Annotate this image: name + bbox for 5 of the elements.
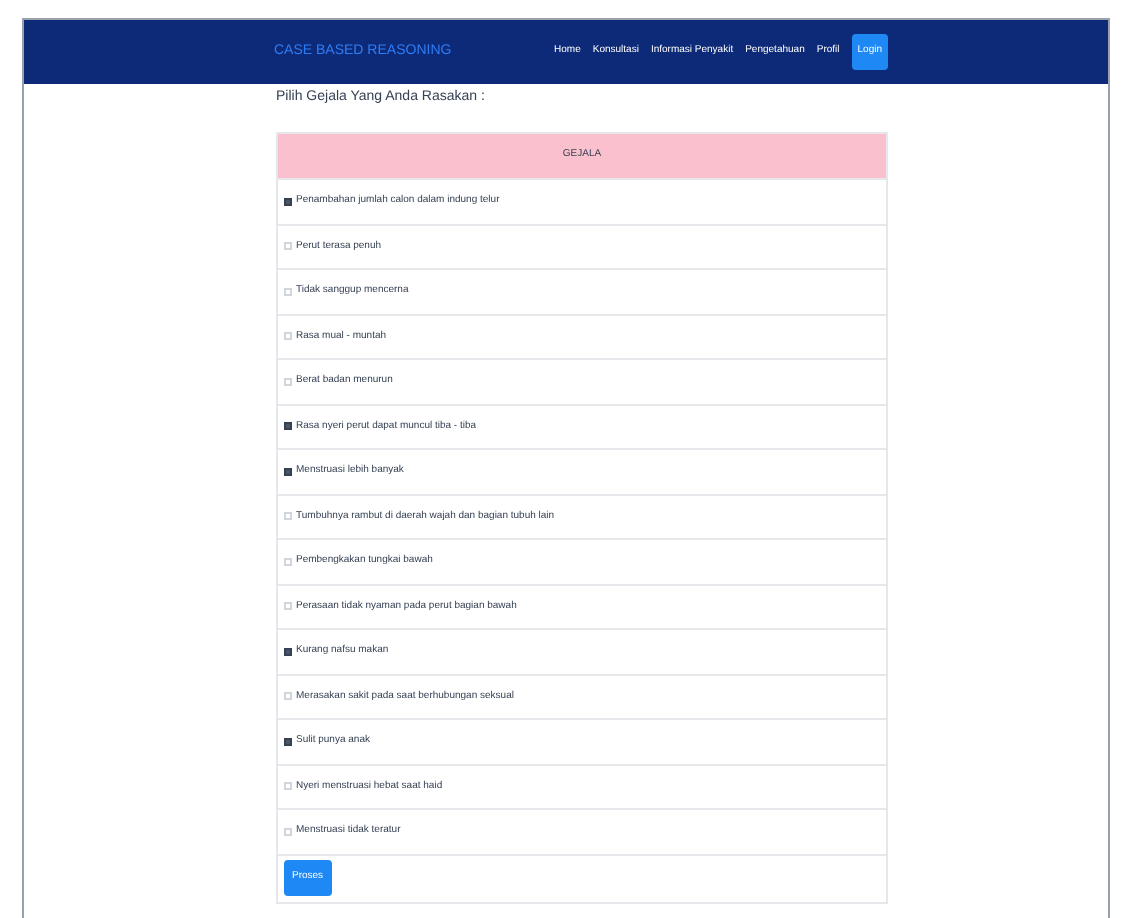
checkbox[interactable] [284,647,292,656]
checkbox[interactable] [284,422,292,431]
checkbox[interactable] [284,737,292,746]
checkbox[interactable] [284,197,292,206]
checkbox[interactable] [284,467,292,476]
